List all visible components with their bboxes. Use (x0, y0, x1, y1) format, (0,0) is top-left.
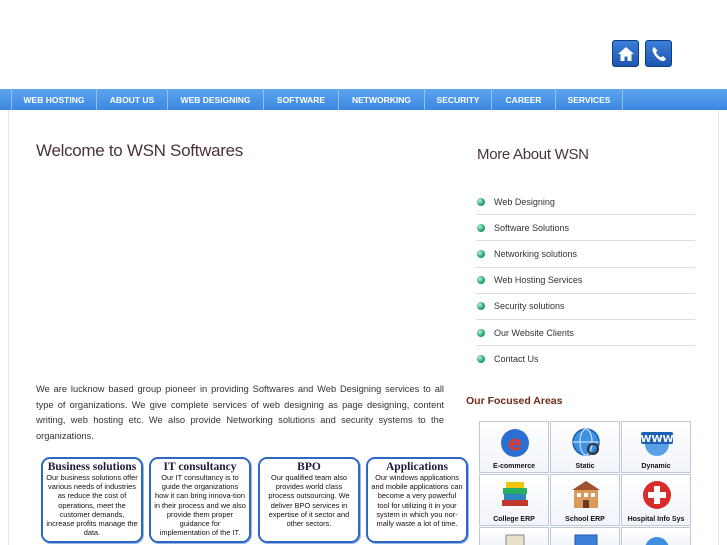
focused-tile-row3-2[interactable] (550, 527, 620, 545)
tile-label: Hospital Info Sys (627, 516, 685, 523)
nav-item-security[interactable]: SECURITY (425, 89, 492, 110)
nav-item-networking[interactable]: NETWORKING (339, 89, 425, 110)
focused-areas-title: Our Focused Areas (466, 395, 563, 407)
document-icon (505, 534, 525, 545)
bullet-icon (477, 276, 485, 285)
focused-tile-school-erp[interactable]: School ERP (550, 474, 620, 526)
sidebar-link-label: Networking solutions (494, 248, 578, 259)
tile-label: College ERP (493, 516, 535, 523)
service-box-text: Our windows applications and mobile appl… (371, 473, 463, 529)
service-box-it-consultancy[interactable]: IT consultancy Our IT consultancy is to … (149, 457, 251, 543)
red-cross-icon (643, 481, 671, 509)
service-box-text: Our business solutions offer various nee… (46, 473, 138, 538)
tile-label: E-commerce (492, 463, 536, 470)
svg-text:e: e (508, 431, 522, 455)
bullet-icon (477, 197, 485, 206)
focused-tile-college-erp[interactable]: College ERP (479, 474, 549, 526)
focused-tile-dynamic[interactable]: WWW Dynamic (621, 421, 691, 473)
nav-item-web-designing[interactable]: WEB DESIGNING (168, 89, 264, 110)
focused-tile-static[interactable]: Static (550, 421, 620, 473)
bullet-icon (477, 223, 485, 232)
sidebar-link-label: Software Solutions (494, 222, 570, 233)
sidebar-link-clients[interactable]: Our Website Clients (476, 320, 695, 347)
sidebar-links: Web Designing Software Solutions Network… (476, 189, 695, 372)
nav-spacer (0, 89, 12, 110)
sidebar-link-label: Contact Us (494, 354, 539, 365)
nav-item-services[interactable]: SERVICES (556, 89, 623, 110)
service-box-business[interactable]: Business solutions Our business solution… (41, 457, 143, 543)
sidebar-link-label: Web Designing (494, 196, 555, 207)
service-box-title: BPO (297, 461, 321, 473)
intro-text: We are lucknow based group pioneer in pr… (36, 384, 444, 441)
focused-tile-row3-1[interactable] (479, 527, 549, 545)
books-icon (502, 482, 528, 506)
service-box-title: Applications (386, 461, 448, 473)
ecommerce-icon: e (501, 429, 529, 457)
phone-icon[interactable] (645, 40, 672, 67)
www-icon: WWW (640, 432, 674, 456)
tile-label: School ERP (565, 516, 605, 523)
service-box-text: Our qualified team also provides world c… (268, 473, 350, 529)
tile-label: Static (575, 463, 595, 470)
sidebar-link-security[interactable]: Security solutions (476, 294, 695, 320)
bullet-icon (477, 355, 485, 364)
service-box-applications[interactable]: Applications Our windows applications an… (366, 457, 468, 543)
sidebar-link-label: Security solutions (494, 301, 565, 312)
page-title: Welcome to WSN Softwares (36, 141, 243, 160)
bullet-icon (477, 328, 485, 337)
service-box-title: IT consultancy (163, 461, 237, 473)
globe-icon (572, 428, 600, 456)
tile-label: Dynamic (641, 463, 671, 470)
nav-item-career[interactable]: CAREER (492, 89, 556, 110)
nav-item-software[interactable]: SOFTWARE (264, 89, 339, 110)
svg-text:WWW: WWW (640, 434, 673, 445)
nav-item-web-hosting[interactable]: WEB HOSTING (12, 89, 97, 110)
focused-tile-ecommerce[interactable]: e E-commerce (479, 421, 549, 473)
service-box-bpo[interactable]: BPO Our qualified team also provides wor… (258, 457, 360, 543)
sidebar-link-web-designing[interactable]: Web Designing (476, 189, 695, 216)
nav-item-about-us[interactable]: ABOUT US (97, 89, 168, 110)
focused-tile-row3-3[interactable] (621, 527, 691, 545)
sidebar-title: More About WSN (477, 146, 589, 163)
service-box-title: Business solutions (47, 461, 137, 473)
sidebar-link-networking[interactable]: Networking solutions (476, 241, 695, 268)
sidebar-link-label: Web Hosting Services (494, 275, 583, 286)
service-box-text: Our IT consultancy is to guide the organ… (154, 473, 246, 538)
sidebar-link-label: Our Website Clients (494, 327, 574, 338)
school-building-icon (572, 481, 600, 508)
home-icon[interactable] (612, 40, 639, 67)
main-nav: WEB HOSTING ABOUT US WEB DESIGNING SOFTW… (0, 89, 727, 110)
network-globe-icon (645, 537, 669, 545)
sidebar-link-contact[interactable]: Contact Us (476, 346, 695, 372)
focused-tile-hospital[interactable]: Hospital Info Sys (621, 474, 691, 526)
bullet-icon (477, 249, 485, 258)
bullet-icon (477, 302, 485, 311)
monitor-icon (574, 534, 598, 545)
sidebar-link-web-hosting[interactable]: Web Hosting Services (476, 268, 695, 294)
header (0, 0, 727, 88)
sidebar-link-software-solutions[interactable]: Software Solutions (476, 215, 695, 242)
